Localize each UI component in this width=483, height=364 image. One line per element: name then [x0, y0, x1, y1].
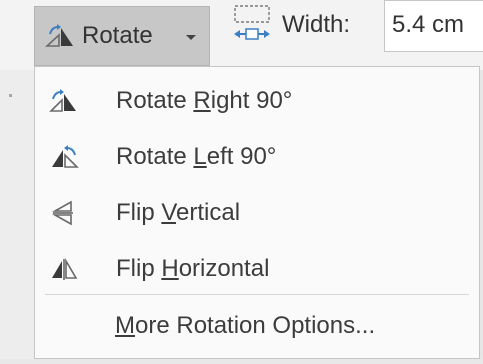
menu-item-label: Rotate Right 90° [116, 87, 293, 114]
menu-item-rotate-left[interactable]: Rotate Left 90° [35, 129, 479, 185]
ribbon-arrange-group: Rotate Width: [0, 0, 483, 70]
width-field[interactable] [384, 0, 483, 52]
rotate-right-icon [49, 89, 76, 112]
rotate-button[interactable]: Rotate [34, 6, 210, 66]
rotate-dropdown-menu: Rotate Right 90° Rotate Left 90° Flip Ve… [34, 66, 480, 359]
menu-separator [45, 294, 469, 295]
access-key: M [115, 312, 135, 339]
menu-item-label: More Rotation Options... [115, 312, 376, 339]
width-label: Width: [282, 11, 351, 38]
width-input[interactable] [385, 9, 483, 41]
rotate-button-label: Rotate [82, 22, 153, 49]
shape-width-icon [234, 5, 270, 40]
left-panel-edge [0, 70, 34, 364]
menu-shadow-gap [0, 359, 483, 364]
rotate-left-icon [52, 145, 79, 168]
access-key: L [193, 143, 207, 170]
menu-item-more-rotation-options[interactable]: More Rotation Options... [35, 302, 479, 354]
flip-vertical-icon [51, 200, 73, 226]
panel-marker [9, 94, 12, 97]
chevron-down-icon[interactable] [186, 35, 196, 40]
flip-horizontal-icon [52, 258, 78, 280]
access-key: H [161, 255, 179, 282]
menu-item-flip-horizontal[interactable]: Flip Horizontal [35, 241, 479, 297]
menu-item-flip-vertical[interactable]: Flip Vertical [35, 185, 479, 241]
menu-item-label: Rotate Left 90° [116, 143, 277, 170]
menu-item-label: Flip Vertical [116, 199, 241, 226]
access-key: R [193, 87, 211, 114]
rotate-objects-icon [45, 24, 73, 47]
menu-item-rotate-right[interactable]: Rotate Right 90° [35, 73, 479, 129]
access-key: V [161, 199, 177, 226]
menu-item-label: Flip Horizontal [116, 255, 270, 282]
